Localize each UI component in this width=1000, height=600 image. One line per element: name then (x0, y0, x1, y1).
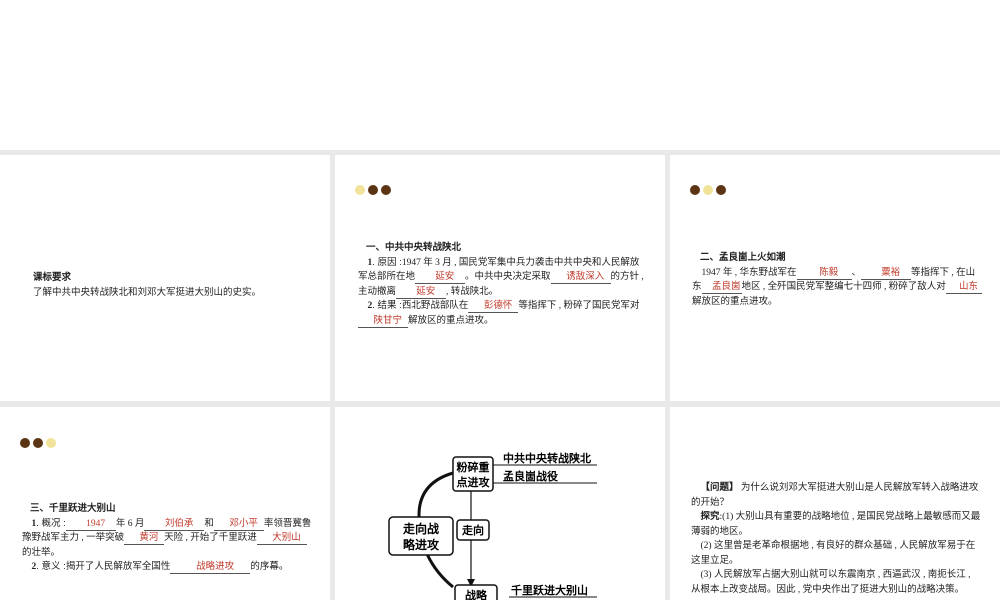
branch-label: 孟良崮战役 (503, 469, 558, 483)
dot-dark-icon (716, 185, 726, 195)
section-title: 三、千里跃进大别山 (30, 503, 116, 514)
answer-blank: 刘伯承 (144, 518, 205, 531)
slide-dots (355, 185, 391, 195)
bottom-node-label: 战略 (465, 588, 488, 600)
answer-blank: 大别山 (256, 532, 307, 545)
dot-dark-icon (33, 438, 43, 448)
curriculum-text: 了解中共中央转战陕北和刘邓大军挺进大别山的史实。 (33, 287, 262, 298)
item-text: , 转战陕北。 (446, 286, 499, 297)
answer-blank: 黄河 (124, 532, 165, 545)
blank-top-area (0, 0, 1000, 150)
explore-text: :(1) 大别山具有重要的战略地位 , 是国民党战略上最敏感而又最薄弱的地区。 (691, 512, 981, 537)
item-text: 地区 , 全歼国民党军整编七十四师 , 粉碎了敌人对 (741, 282, 946, 292)
branch-label: 千里跃进大别山 (511, 583, 588, 597)
answer-blank: 邓小平 (213, 518, 264, 531)
middle-node-label: 走向 (461, 523, 484, 537)
curriculum-block: 课标要求 了解中共中央转战陕北和刘邓大军挺进大别山的史实。 (33, 271, 323, 300)
shaanbei-content: 一、中共中央转战陕北 1. 原因 :1947 年 3 月 , 国民党军集中兵力袭… (358, 241, 646, 328)
item-label: . 概况 : (36, 517, 66, 529)
menglianggu-content: 二、孟良崮上火如潮 1947 年 , 华东野战军在 陈毅、粟裕 等指挥下 , 在山东… (692, 251, 982, 309)
answer-blank: 山东 (945, 281, 982, 294)
item-label: . 原因 : (372, 256, 402, 268)
dot-dark-icon (381, 185, 391, 195)
explore-point-1: 探究:(1) 大别山具有重要的战略地位 , 是国民党战略上最敏感而又最薄弱的地区… (691, 510, 981, 539)
section-title: 二、孟良崮上火如潮 (700, 252, 786, 263)
question-content: 【问题】 为什么说刘邓大军挺进大别山是人民解放军转入战略进攻的开始？ 探究:(1… (691, 481, 981, 597)
item-text: 1947 年 , 华东野战军在 (701, 267, 797, 278)
top-node-label: 点进攻 (457, 475, 491, 489)
top-node-label: 粉碎重 (457, 460, 490, 474)
dot-light-icon (355, 185, 365, 195)
item-text: 解放区的重点进攻。 (408, 315, 494, 326)
slide-question[interactable]: 【问题】 为什么说刘邓大军挺进大别山是人民解放军转入战略进攻的开始？ 探究:(1… (670, 407, 1000, 600)
dot-dark-icon (690, 185, 700, 195)
concept-map-diagram: 走向战 略进攻 粉碎重 点进攻 走向 战略 中共中央转战陕北 孟良崮战役 千里跃… (388, 451, 597, 600)
item-significance: 2. 意义 :揭开了人民解放军全国性 战略进攻 的序幕。 (22, 560, 312, 575)
answer-blank: 彭德怀 (468, 300, 519, 313)
item-text: 等指挥下 , 粉碎了国民党军对 (518, 301, 640, 311)
item-overview: 1. 概况 :1947 年 6 月刘伯承和邓小平 率领晋冀鲁豫野战军主力 , 一举突… (22, 517, 312, 561)
slide-curriculum[interactable]: 课标要求 了解中共中央转战陕北和刘邓大军挺进大别山的史实。 (0, 155, 330, 401)
item-text: 西北野战部队在 (401, 301, 469, 311)
item-result: 2. 结果 :西北野战部队在 彭德怀 等指挥下 , 粉碎了国民党军对陕甘宁 解放区的重… (358, 299, 646, 328)
item-label: . 结果 : (372, 300, 402, 311)
answer-blank: 战略进攻 (170, 561, 251, 574)
answer-blank: 陈毅 (796, 267, 852, 280)
slide-shaanbei[interactable]: 一、中共中央转战陕北 1. 原因 :1947 年 3 月 , 国民党军集中兵力袭… (335, 155, 665, 401)
slide-dabieshan[interactable]: 三、千里跃进大别山 1. 概况 :1947 年 6 月刘伯承和邓小平 率领晋冀鲁豫野… (0, 407, 330, 600)
item-text: 年 6 月 (115, 518, 145, 529)
section-title: 一、中共中央转战陕北 (366, 242, 462, 253)
item-text: 天险 , 开始了千里跃进 (164, 533, 257, 543)
answer-blank: 诱敌深入 (550, 271, 611, 284)
answer-blank: 陕甘宁 (358, 315, 408, 328)
explore-point-2: (2) 这里曾是老革命根据地 , 有良好的群众基础 , 人民解放军易于在这里立足… (691, 541, 976, 566)
slide-menglianggu[interactable]: 二、孟良崮上火如潮 1947 年 , 华东野战军在 陈毅、粟裕 等指挥下 , 在山东… (670, 155, 1000, 401)
answer-blank: 孟良崮 (701, 281, 742, 294)
center-node-label: 走向战 (403, 521, 439, 536)
question-block: 【问题】 为什么说刘邓大军挺进大别山是人民解放军转入战略进攻的开始？ (691, 481, 981, 510)
item-text: 揭开了人民解放军全国性 (65, 562, 171, 572)
curriculum-heading: 课标要求 (33, 272, 72, 283)
answer-blank: 延安 (396, 286, 447, 299)
item-text: 、 (851, 267, 862, 278)
answer-blank: 延安 (415, 271, 466, 284)
slide-dots (690, 185, 726, 195)
answer-blank: 1947 (65, 518, 116, 531)
item-text: 的壮举。 (22, 547, 61, 558)
menglianggu-text: 1947 年 , 华东野战军在 陈毅、粟裕 等指挥下 , 在山东 孟良崮地区 , 全歼… (692, 266, 982, 310)
dabieshan-content: 三、千里跃进大别山 1. 概况 :1947 年 6 月刘伯承和邓小平 率领晋冀鲁豫野… (22, 502, 312, 575)
question-label: 【问题】 (700, 482, 739, 493)
dot-light-icon (703, 185, 713, 195)
item-text: 和 (204, 518, 214, 529)
answer-blank: 粟裕 (861, 267, 912, 280)
slide-concept-map[interactable]: 走向战 略进攻 粉碎重 点进攻 走向 战略 中共中央转战陕北 孟良崮战役 千里跃… (335, 407, 665, 600)
explore-point-3: (3) 人民解放军占据大别山就可以东震南京 , 西逼武汉 , 南扼长江 , 从根… (691, 570, 971, 595)
dot-dark-icon (368, 185, 378, 195)
item-text: 解放区的重点进攻。 (692, 296, 778, 307)
item-text: 的序幕。 (250, 562, 289, 572)
explore-label: 探究 (700, 511, 720, 522)
center-node-label: 略进攻 (403, 537, 440, 552)
slide-dots (20, 438, 56, 448)
dot-dark-icon (20, 438, 30, 448)
dot-light-icon (46, 438, 56, 448)
branch-label: 中共中央转战陕北 (503, 451, 591, 465)
item-cause: 1. 原因 :1947 年 3 月 , 国民党军集中兵力袭击中共中央和人民解放军… (358, 256, 646, 300)
item-label: . 意义 : (36, 561, 66, 572)
item-text: 。中共中央决定采取 (465, 272, 551, 282)
